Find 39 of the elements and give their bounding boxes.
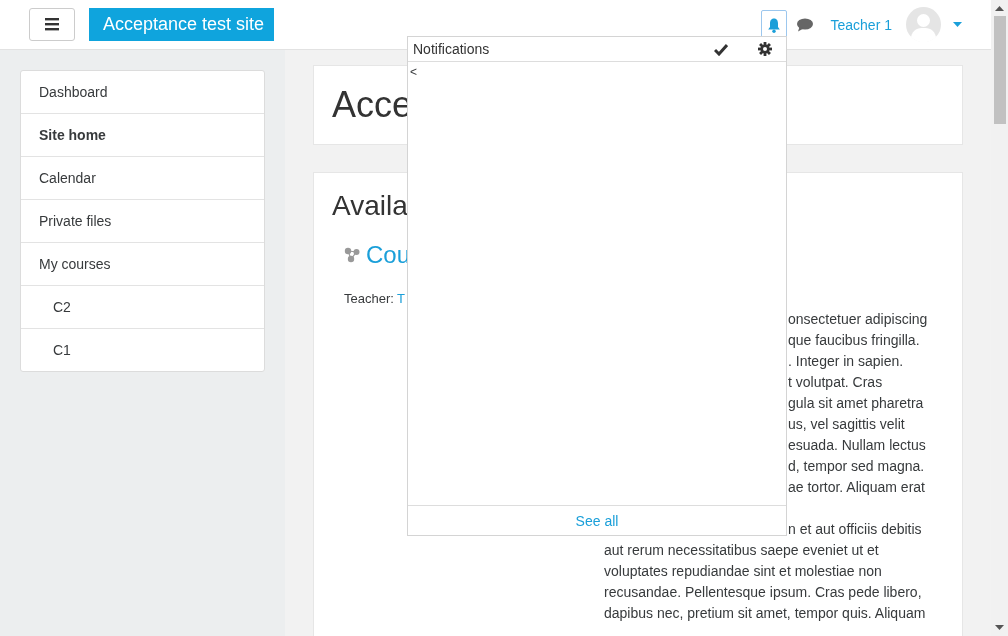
nav-item[interactable]: Calendar [21, 156, 264, 199]
nav-item[interactable]: Site home [21, 113, 264, 156]
summary-text: d, tempor sed magna. [788, 458, 925, 474]
summary-text: gula sit amet pharetra [788, 395, 924, 411]
user-name: Teacher 1 [830, 16, 892, 33]
page-heading: Acce [332, 84, 413, 126]
course-icon [344, 247, 360, 263]
scrollbar-thumb[interactable] [993, 16, 1006, 124]
summary-text: dapibus nec, pretium sit amet, tempor quis. Aliquam [604, 605, 926, 621]
avatar-icon [906, 7, 941, 42]
summary-text: t volutpat. Cras [788, 374, 883, 390]
summary-text: ae tortor. Aliquam erat [788, 479, 925, 495]
bell-icon [766, 16, 781, 33]
menu-button[interactable] [29, 8, 75, 41]
summary-text: n et aut officiis debitis [788, 521, 922, 537]
nav-item[interactable]: Dashboard [21, 71, 264, 113]
scroll-up-icon [995, 6, 1004, 11]
caret-icon [953, 22, 962, 27]
summary-text: onsectetuer adipiscing [788, 311, 928, 327]
nav-item[interactable]: C2 [21, 285, 264, 328]
speech-bubble-icon [796, 17, 813, 32]
summary-text: esuada. Nullam lectus [788, 437, 926, 453]
popover-title: Notifications [413, 41, 491, 57]
summary-text: que faucibus fringilla. [788, 332, 920, 348]
checkmark-icon [714, 42, 728, 56]
summary-text: . Integer in sapien. [788, 353, 904, 369]
teacher-label: Teacher: [344, 291, 394, 306]
section-heading: Availa [332, 190, 408, 222]
menu-icon [45, 18, 59, 31]
nav-item[interactable]: My courses [21, 242, 264, 285]
summary-text: us, vel sagittis velit [788, 416, 905, 432]
nav-item[interactable]: C1 [21, 328, 264, 371]
popover-text: < [410, 65, 417, 79]
scroll-down-icon [995, 625, 1004, 630]
summary-text: recusandae. Pellentesque ipsum. Cras pede libero, [604, 584, 922, 600]
summary-text: voluptates repudiandae sint et molestiae non [604, 563, 882, 579]
nav-item[interactable]: Private files [21, 199, 264, 242]
settings-icon [758, 42, 772, 56]
summary-text: aut rerum necessitatibus saepe eveniet ut et [604, 542, 879, 558]
